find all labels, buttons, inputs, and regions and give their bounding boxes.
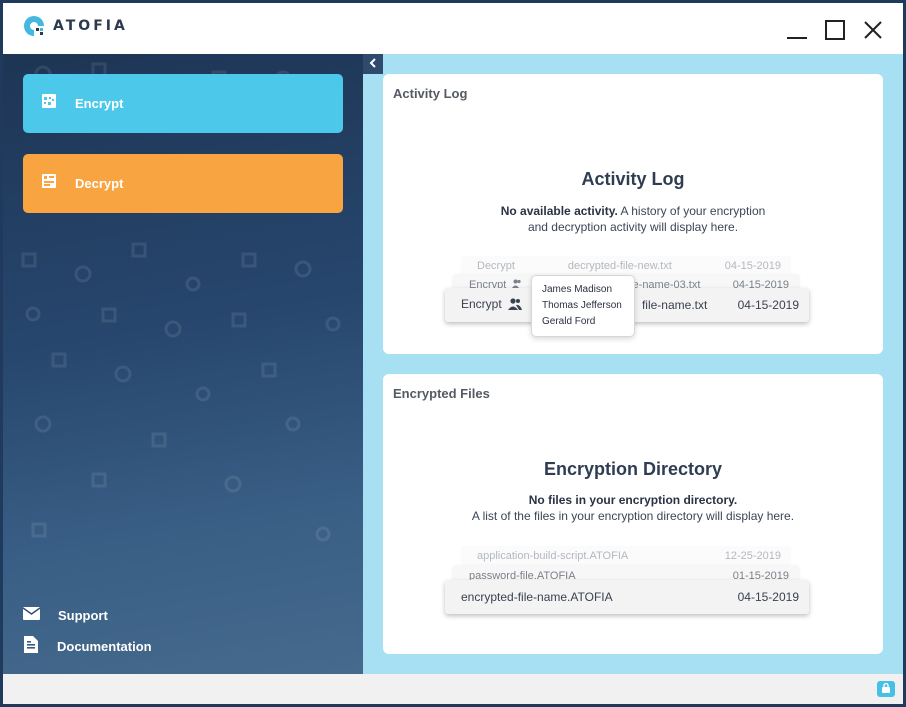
encrypted-files-card: Encrypted Files Encryption Directory No … xyxy=(383,374,883,654)
list-item[interactable]: encrypted-file-name.ATOFIA 04-15-2019 xyxy=(445,580,809,614)
mail-icon xyxy=(22,607,41,623)
users-icon[interactable] xyxy=(507,298,522,313)
row-action: Encrypt xyxy=(461,297,522,312)
lock-icon xyxy=(881,680,891,698)
app-window: ATOFIA Encrypt Decrypt Support Documenta… xyxy=(0,0,906,707)
row-date: 04-15-2019 xyxy=(724,260,781,272)
row-date: 12-25-2019 xyxy=(724,550,781,562)
message-bold: No available activity. xyxy=(500,204,618,218)
row-file: encrypted-file-name.ATOFIA xyxy=(461,590,613,604)
list-item: application-build-script.ATOFIA 12-25-20… xyxy=(461,546,791,566)
main-content: Activity Log Activity Log No available a… xyxy=(363,54,903,674)
card-header: Activity Log xyxy=(393,86,468,101)
message-line2: and decryption activity will display her… xyxy=(527,220,739,234)
encrypt-icon xyxy=(41,93,57,114)
row-action: Decrypt xyxy=(477,260,515,272)
card-header: Encrypted Files xyxy=(393,386,490,401)
message-bold: No files in your encryption directory. xyxy=(528,493,738,507)
collapse-sidebar-button[interactable] xyxy=(363,54,383,74)
tooltip-user: Gerald Ford xyxy=(542,316,596,327)
documentation-label: Documentation xyxy=(57,638,152,654)
sidebar: Encrypt Decrypt Support Documentation xyxy=(3,54,363,674)
row-date: 04-15-2019 xyxy=(737,590,799,604)
row-date: 04-15-2019 xyxy=(737,298,799,312)
documentation-link[interactable]: Documentation xyxy=(23,636,152,656)
row-file: file-name.txt xyxy=(641,298,708,312)
minimize-icon[interactable] xyxy=(785,18,809,42)
sidebar-pattern xyxy=(21,62,341,542)
empty-state-message: No files in your encryption directory. A… xyxy=(383,492,883,524)
row-file: application-build-script.ATOFIA xyxy=(477,550,629,562)
row-file: decrypted-file-new.txt xyxy=(567,260,672,272)
tooltip-user: James Madison xyxy=(542,284,613,295)
chevron-left-icon xyxy=(369,55,377,73)
title-bar: ATOFIA xyxy=(3,3,903,54)
empty-state-title: Activity Log xyxy=(581,169,685,189)
list-item: Decrypt decrypted-file-new.txt 04-15-201… xyxy=(461,256,791,276)
decrypt-button[interactable]: Decrypt xyxy=(23,154,343,213)
lock-button[interactable] xyxy=(877,681,895,697)
empty-state-message: No available activity. A history of your… xyxy=(383,203,883,235)
app-name: ATOFIA xyxy=(53,18,128,34)
close-icon[interactable] xyxy=(861,18,885,42)
users-tooltip: James Madison Thomas Jefferson Gerald Fo… xyxy=(531,275,635,337)
encrypt-button[interactable]: Encrypt xyxy=(23,74,343,133)
window-controls xyxy=(785,18,885,42)
decrypt-label: Decrypt xyxy=(75,176,124,191)
message-line2: A list of the files in your encryption d… xyxy=(471,509,795,523)
decrypt-icon xyxy=(41,173,57,194)
message-rest: A history of your encryption xyxy=(617,204,766,218)
empty-state-title: Encryption Directory xyxy=(543,459,723,479)
app-logo: ATOFIA xyxy=(23,15,128,37)
document-icon xyxy=(23,636,39,656)
support-label: Support xyxy=(58,607,108,623)
support-link[interactable]: Support xyxy=(22,607,108,623)
atofia-logo-icon xyxy=(23,15,45,37)
maximize-icon[interactable] xyxy=(823,18,847,42)
status-bar xyxy=(3,674,903,704)
activity-log-card: Activity Log Activity Log No available a… xyxy=(383,74,883,354)
tooltip-user: Thomas Jefferson xyxy=(542,300,622,311)
encrypt-label: Encrypt xyxy=(75,96,124,111)
